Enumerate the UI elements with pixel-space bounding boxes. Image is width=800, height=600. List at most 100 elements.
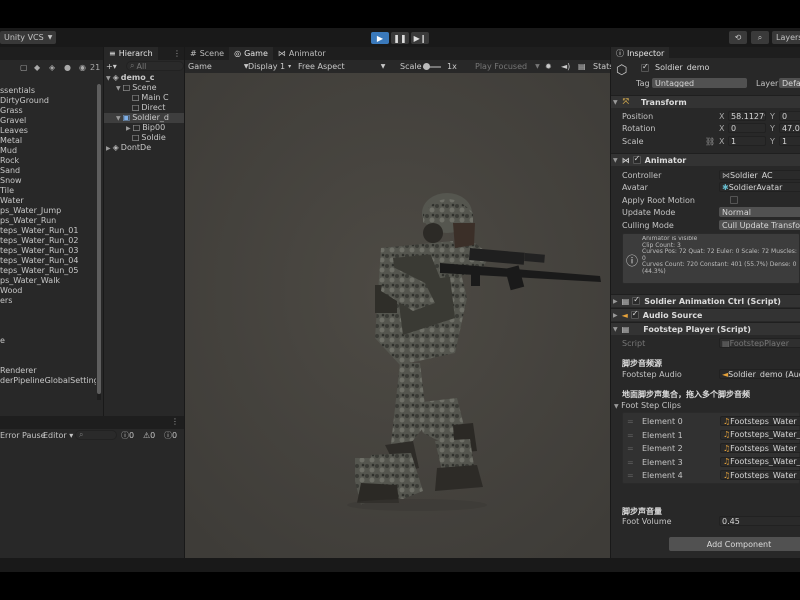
- clip-element-field[interactable]: ♫Footsteps_Water_Ru: [720, 470, 800, 480]
- project-item[interactable]: Renderer: [0, 366, 96, 376]
- object-name-field[interactable]: Soldier_demo: [652, 62, 800, 72]
- scale-y-field[interactable]: 1: [779, 136, 800, 146]
- transform-header[interactable]: ▼ ⤧ Transform: [611, 95, 800, 108]
- foot-step-clips-toggle[interactable]: ▼ Foot Step Clips: [614, 401, 681, 410]
- footstep-header[interactable]: ▼ ▤ Footstep Player (Script): [611, 322, 800, 335]
- scale-x-field[interactable]: 1: [728, 136, 766, 146]
- chevron-down-icon[interactable]: ▼: [106, 75, 111, 82]
- hierarchy-item[interactable]: ▼ □ Scene: [116, 83, 157, 93]
- project-item[interactable]: Sand: [0, 166, 96, 176]
- drag-handle-icon[interactable]: =: [627, 458, 634, 467]
- add-component-button[interactable]: Add Component: [669, 537, 800, 551]
- add-icon[interactable]: +▾: [106, 62, 117, 71]
- hierarchy-item[interactable]: ▼ ◈ demo_c: [106, 73, 155, 83]
- display-dropdown[interactable]: Display 1 ▾: [248, 60, 291, 73]
- gizmos-icon[interactable]: ▤: [578, 60, 586, 73]
- clip-element-field[interactable]: ♫Footsteps_Water_Ru: [720, 429, 800, 440]
- error-count-toggle[interactable]: ⓘ0: [164, 430, 177, 441]
- hide-icon[interactable]: ●: [64, 63, 71, 72]
- project-item[interactable]: Snow: [0, 176, 96, 186]
- tag-icon[interactable]: ◈: [49, 63, 55, 72]
- game-mode-dropdown[interactable]: Game ▼: [188, 60, 248, 73]
- project-item[interactable]: [0, 326, 96, 336]
- root-motion-checkbox[interactable]: [729, 196, 738, 204]
- drag-handle-icon[interactable]: =: [627, 417, 634, 426]
- position-x-field[interactable]: 58.11279: [728, 111, 766, 121]
- aspect-dropdown[interactable]: Free Aspect ▼: [298, 60, 385, 73]
- eye-icon[interactable]: ◉: [79, 63, 86, 72]
- project-item[interactable]: ps_Water_Jump: [0, 206, 96, 216]
- audio-source-enabled-checkbox[interactable]: [630, 309, 639, 319]
- controller-field[interactable]: ⋈ Soldier_AC: [719, 170, 800, 180]
- project-item[interactable]: derPipelineGlobalSettings: [0, 376, 96, 386]
- project-item[interactable]: DirtyGround: [0, 96, 96, 106]
- layers-dropdown[interactable]: Layers: [772, 31, 800, 44]
- tab-hierarchy[interactable]: ≡ Hierarch: [104, 47, 158, 60]
- link-icon[interactable]: ⛓: [705, 137, 715, 146]
- project-item[interactable]: teps_Water_Run_01: [0, 226, 96, 236]
- drag-handle-icon[interactable]: =: [627, 444, 634, 453]
- bug-icon[interactable]: ✹: [545, 60, 552, 73]
- filter-icon[interactable]: ◆: [34, 63, 40, 72]
- hierarchy-item[interactable]: ▶ ◈ DontDe: [106, 143, 151, 153]
- rotation-x-field[interactable]: 0: [728, 123, 766, 133]
- step-button[interactable]: ▶❙: [411, 32, 429, 44]
- project-item[interactable]: e: [0, 336, 96, 346]
- hierarchy-item[interactable]: □ Soldie: [126, 133, 166, 143]
- tab-game[interactable]: ◎ Game: [229, 47, 273, 60]
- project-item[interactable]: Gravel: [0, 116, 96, 126]
- project-item[interactable]: ps_Water_Walk: [0, 276, 96, 286]
- audio-source-header[interactable]: ▶ ◄ Audio Source: [611, 308, 800, 321]
- project-item[interactable]: [0, 356, 96, 366]
- animator-enabled-checkbox[interactable]: [632, 154, 641, 164]
- play-focused-dropdown[interactable]: Play Focused ▼: [475, 60, 540, 73]
- project-item[interactable]: Leaves: [0, 126, 96, 136]
- tab-scene[interactable]: # Scene: [185, 47, 229, 60]
- animator-header[interactable]: ▼ ⋈ Animator: [611, 153, 800, 166]
- project-item[interactable]: ers: [0, 296, 96, 306]
- clip-element-field[interactable]: ♫Footsteps_Water_Ru: [720, 416, 800, 426]
- hierarchy-item[interactable]: ▶ □ Bip00: [126, 123, 165, 133]
- soldier-ctrl-header[interactable]: ▶ ▤ Soldier Animation Ctrl (Script): [611, 294, 800, 307]
- warn-count-toggle[interactable]: ⚠0: [143, 431, 155, 440]
- more-icon[interactable]: ⋮: [171, 417, 179, 426]
- chevron-right-icon[interactable]: ▶: [126, 125, 131, 132]
- project-item[interactable]: [0, 346, 96, 356]
- project-item[interactable]: teps_Water_Run_03: [0, 246, 96, 256]
- culling-mode-dropdown[interactable]: Cull Update Transform: [719, 220, 800, 230]
- chevron-down-icon[interactable]: ▼: [116, 115, 121, 122]
- project-item[interactable]: Wood: [0, 286, 96, 296]
- project-scrollbar[interactable]: [97, 84, 101, 400]
- clip-element-field[interactable]: ♫Footsteps_Water_Ru: [720, 456, 800, 467]
- hierarchy-search-input[interactable]: ⌕ All: [126, 61, 184, 71]
- project-item[interactable]: ps_Water_Run: [0, 216, 96, 226]
- project-item[interactable]: Grass: [0, 106, 96, 116]
- project-item[interactable]: Rock: [0, 156, 96, 166]
- clip-element-field[interactable]: ♫Footsteps_Water_Ru: [720, 443, 800, 453]
- footstep-audio-field[interactable]: ◄Soldier_demo (Audio: [719, 369, 800, 379]
- project-item[interactable]: ssentials: [0, 86, 96, 96]
- project-item[interactable]: teps_Water_Run_04: [0, 256, 96, 266]
- chevron-down-icon[interactable]: ▼: [116, 85, 121, 92]
- search-icon[interactable]: ⌕: [751, 31, 769, 44]
- project-item[interactable]: [0, 316, 96, 326]
- audio-mute-icon[interactable]: ◄): [561, 60, 570, 73]
- project-item[interactable]: [0, 306, 96, 316]
- more-icon[interactable]: ⋮: [173, 49, 181, 58]
- layer-dropdown[interactable]: Defau: [779, 78, 800, 88]
- play-button[interactable]: ▶: [371, 32, 389, 44]
- hierarchy-item[interactable]: ▼ ▣ Soldier_d: [104, 113, 184, 123]
- log-count-toggle[interactable]: ⓘ0: [121, 430, 134, 441]
- rotation-y-field[interactable]: 47.00: [779, 123, 800, 133]
- error-pause-toggle[interactable]: Error Pause: [0, 431, 46, 440]
- soldier-ctrl-enabled-checkbox[interactable]: [632, 295, 641, 305]
- update-mode-dropdown[interactable]: Normal: [719, 207, 800, 217]
- drag-handle-icon[interactable]: =: [627, 471, 634, 480]
- foot-volume-field[interactable]: 0.45: [719, 516, 800, 526]
- hierarchy-item[interactable]: □ Main C: [126, 93, 169, 103]
- drag-handle-icon[interactable]: =: [627, 431, 634, 440]
- scale-slider[interactable]: [423, 63, 441, 70]
- tab-animator[interactable]: ⋈ Animator: [273, 47, 331, 60]
- scene-icon[interactable]: ▢: [20, 63, 28, 72]
- avatar-field[interactable]: ✱ SoldierAvatar: [719, 182, 800, 192]
